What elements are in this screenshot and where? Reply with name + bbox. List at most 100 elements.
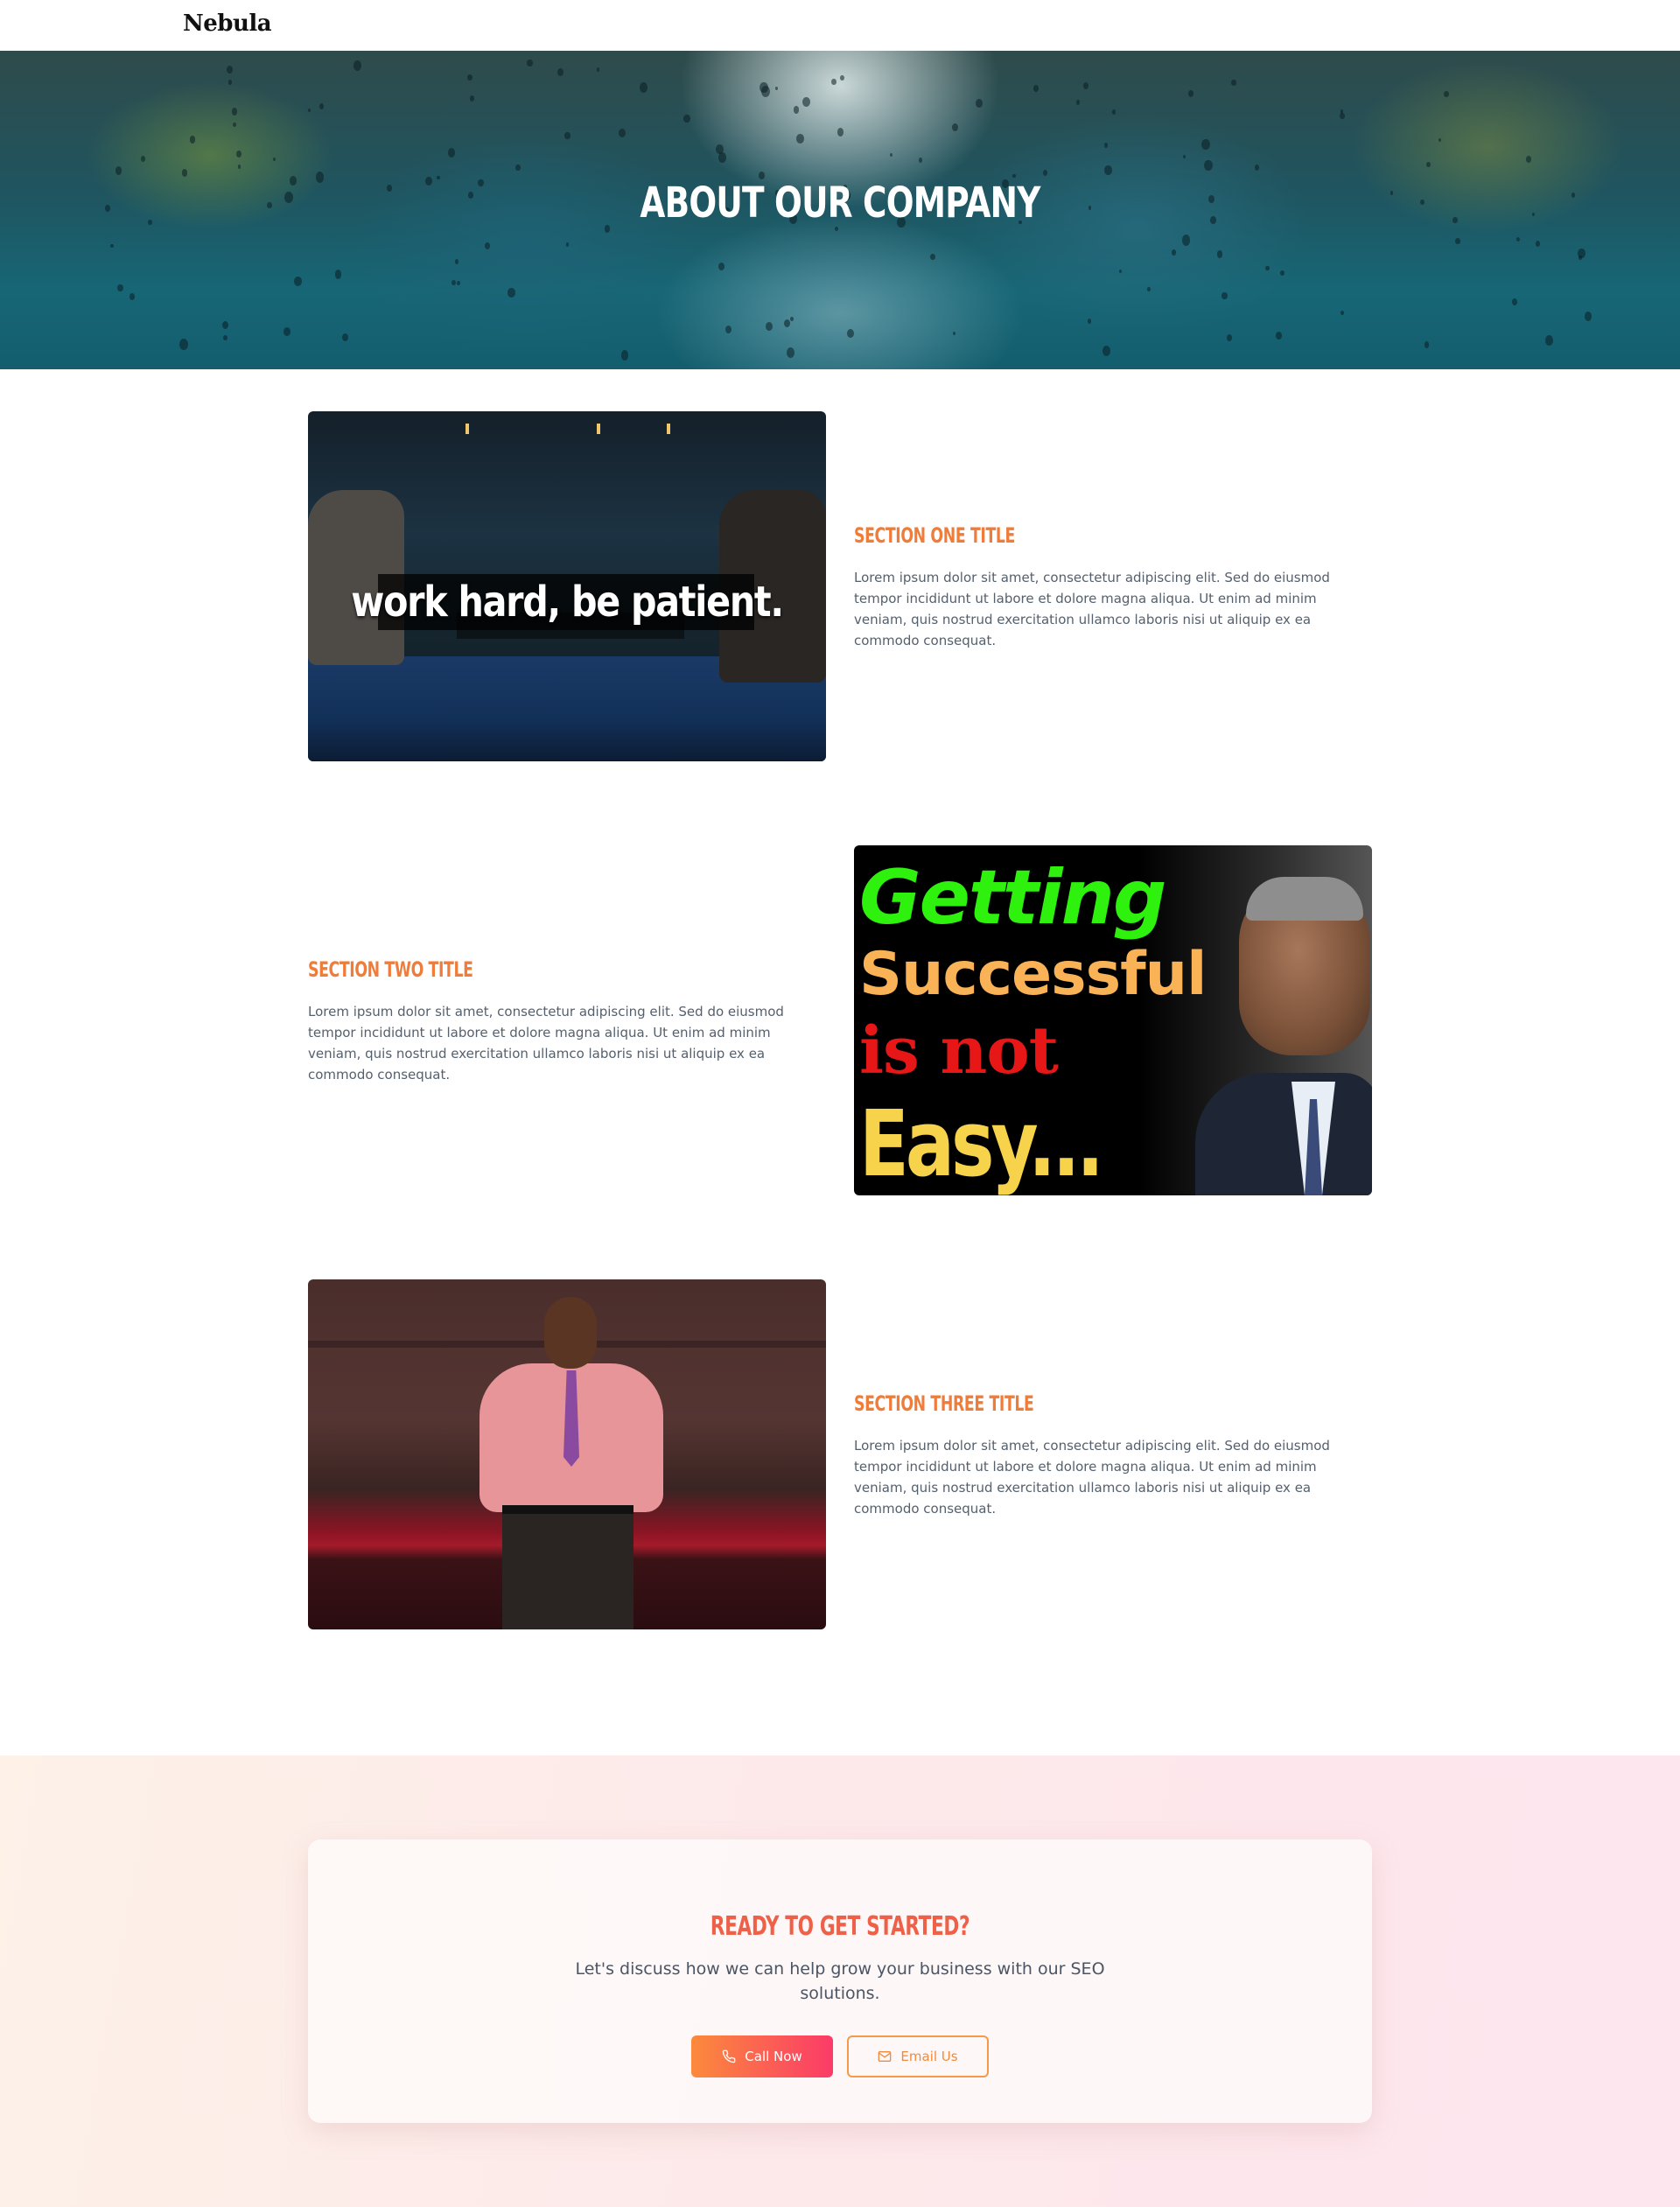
rain-drop [597,67,600,72]
rain-drop [1231,79,1236,87]
rain-drop [565,242,570,247]
rain-drop [765,322,773,332]
rain-drop [179,339,188,351]
rain-drop [847,329,854,339]
rain-drop [1104,165,1112,176]
rain-drop [1254,164,1260,171]
section-two-title: SECTION TWO TITLE [308,957,473,982]
rain-drop [1147,287,1151,292]
rain-drop [976,98,984,109]
cta-card: READY TO GET STARTED? Let's discuss how … [308,1839,1372,2123]
rain-drop [683,114,690,123]
rain-drop [1578,256,1582,261]
rain-drop [485,242,491,249]
section-three-image [308,1279,826,1629]
rain-drop [227,66,233,74]
rain-drop [783,319,790,327]
rain-drop [1082,82,1089,90]
brand-logo[interactable]: Nebula [183,11,272,37]
rain-drop [451,279,456,286]
rain-drop [1532,212,1536,217]
rain-drop [308,108,312,112]
call-now-button[interactable]: Call Now [691,2035,833,2077]
top-navbar: Nebula [0,0,1680,51]
rain-drop [890,153,893,158]
rain-drop [1075,100,1081,106]
image-word-3: is not [859,1013,1059,1089]
rain-drop [110,243,114,249]
rain-drop [148,219,153,225]
rain-drop [1087,318,1092,324]
rain-drop [1201,138,1210,151]
cta-text: Let's discuss how we can help grow your … [575,1959,1105,2003]
rain-drop [228,80,233,85]
rain-drop [802,96,810,107]
rain-drop [467,74,472,81]
rain-drop [836,128,844,137]
rain-drop [618,128,626,138]
rain-drop [354,60,362,71]
rain-drop [725,326,732,334]
rain-drop [1111,109,1116,116]
rain-drop [115,166,122,175]
rain-drop [639,82,648,94]
email-us-button[interactable]: Email Us [847,2035,989,2077]
rain-drop [1216,249,1223,258]
rain-drop [1438,137,1441,143]
cta-title: READY TO GET STARTED? [710,1911,970,1942]
image-caption: work hard, be patient. [351,578,784,627]
rain-drop [953,331,956,335]
rain-drop [1276,332,1283,340]
rain-drop [787,347,795,358]
rain-drop [831,78,836,85]
image-word-1: Getting [859,854,1166,942]
section-one-title: SECTION ONE TITLE [854,523,1015,548]
phone-icon [723,2049,736,2063]
rain-drop [507,287,515,298]
rain-drop [1426,162,1431,168]
rain-drop [470,95,475,102]
rain-drop [1171,249,1176,256]
rain-drop [1280,270,1285,277]
call-now-label: Call Now [745,2049,802,2064]
rain-drop [1104,143,1109,148]
rain-drop [1012,173,1016,179]
rain-drop [1181,235,1191,246]
rain-drop [796,134,804,144]
rain-drop [1535,241,1541,248]
rain-drop [515,164,521,171]
rain-drop [181,169,188,177]
rain-drop [1525,156,1531,164]
rain-drop [231,108,237,116]
rain-drop [341,333,349,342]
rain-drop [556,68,564,77]
rain-drop [454,259,458,264]
rain-drop [117,284,123,292]
rain-drop [130,293,136,301]
rain-drop [1204,159,1213,172]
section-two-body: Lorem ipsum dolor sit amet, consectetur … [308,1004,784,1082]
rain-drop [1118,270,1122,274]
rain-drop [1585,312,1592,322]
rain-drop [774,86,778,90]
rain-drop [223,334,228,340]
rain-drop [318,103,324,109]
rain-drop [1512,298,1518,305]
rain-drop [839,74,844,81]
rain-drop [221,320,228,330]
rain-drop [1187,90,1194,98]
rain-drop [1545,335,1554,346]
rain-drop [1102,345,1111,356]
rain-drop [1042,170,1047,176]
mail-icon [878,2051,892,2062]
rain-drop [233,122,237,127]
rain-drop [1444,90,1450,98]
rain-drop [1571,192,1576,198]
rain-drop [564,131,570,140]
rain-drop [1226,334,1232,342]
section-one-image: work hard, be patient. [308,411,826,761]
section-three-title: SECTION THREE TITLE [854,1391,1034,1416]
rain-drop [105,204,111,212]
section-one-body: Lorem ipsum dolor sit amet, consectetur … [854,570,1330,648]
rain-drop [1340,310,1345,315]
